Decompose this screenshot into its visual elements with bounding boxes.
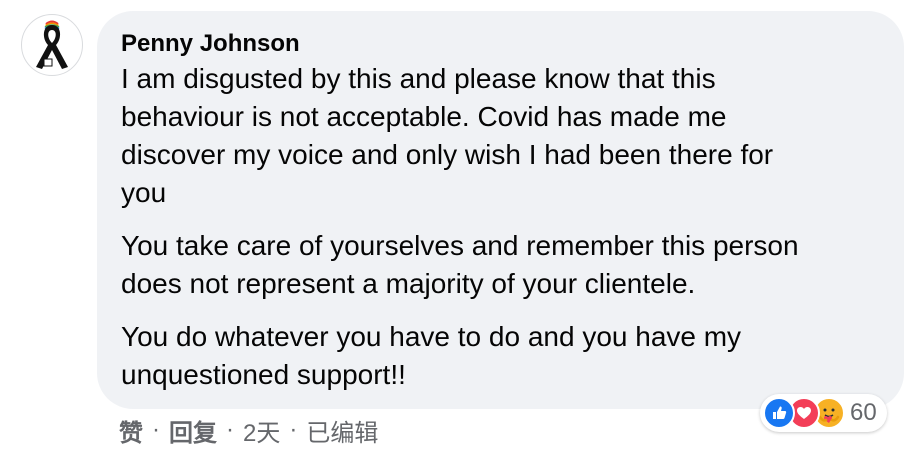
- separator: ·: [152, 416, 160, 443]
- reaction-count: 60: [850, 399, 877, 426]
- awareness-ribbon-icon: [36, 20, 68, 69]
- comment-actions: 赞 · 回复 · 2天 · 已编辑: [119, 412, 378, 448]
- comment-container: Penny Johnson I am disgusted by this and…: [0, 0, 918, 456]
- comment-author[interactable]: Penny Johnson: [121, 28, 300, 60]
- like-action[interactable]: 赞: [119, 413, 143, 448]
- like-icon: [763, 397, 795, 429]
- comment-paragraph: You take care of yourselves and remember…: [121, 230, 799, 299]
- separator: ·: [226, 416, 234, 443]
- comment-paragraph: I am disgusted by this and please know t…: [121, 63, 774, 208]
- timestamp[interactable]: 2天: [243, 413, 280, 448]
- reply-action[interactable]: 回复: [169, 413, 217, 448]
- edited-label[interactable]: 已编辑: [306, 413, 378, 448]
- separator: ·: [289, 416, 298, 443]
- reactions-summary[interactable]: 60: [760, 394, 887, 432]
- comment-paragraph: You do whatever you have to do and you h…: [121, 321, 742, 390]
- comment-bubble: Penny Johnson I am disgusted by this and…: [97, 11, 904, 409]
- avatar[interactable]: [21, 14, 83, 76]
